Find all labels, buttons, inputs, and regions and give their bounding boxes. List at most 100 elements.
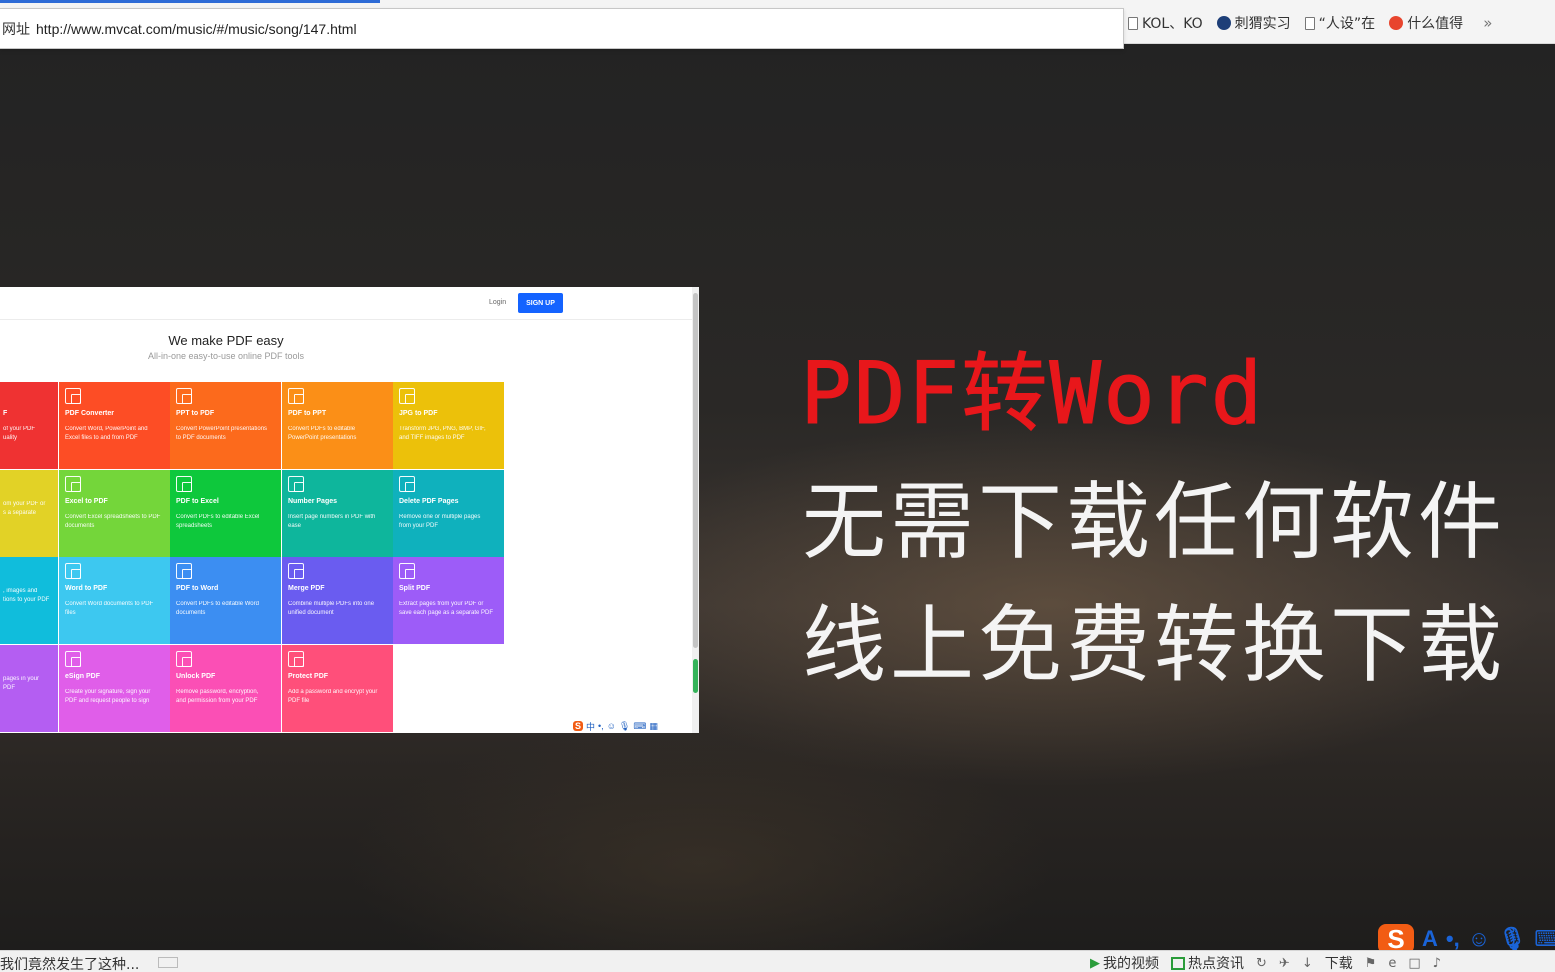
tool-tile[interactable]: , images and tions to your PDF [0,557,58,644]
tool-tile[interactable]: PDF Converter Convert Word, PowerPoint an… [59,382,170,469]
tool-tile[interactable]: Word to PDF Convert Word documents to PDF… [59,557,170,644]
bookmark-label: 什么值得 [1407,16,1464,32]
tool-tile[interactable]: JPG to PDF Transform JPG, PNG, BMP, GIF, … [393,382,504,469]
tool-title: Excel to PDF [65,498,108,505]
ie-icon[interactable]: e [1388,956,1396,971]
flag-icon[interactable]: ⚑ [1365,956,1377,971]
tool-description: Transform JPG, PNG, BMP, GIF, and TIFF i… [399,426,486,441]
tool-tile[interactable]: Excel to PDF Convert Excel spreadsheets t… [59,470,170,557]
ime-mode-label[interactable]: 中 [586,720,595,733]
window-icon[interactable]: □ [1408,956,1420,971]
tool-icon [399,388,415,404]
tool-tile[interactable]: Protect PDF Add a password and encrypt yo… [282,645,393,732]
pin-icon[interactable]: ✈ [1279,956,1290,971]
tool-icon [399,563,415,579]
emoji-icon[interactable]: ☺ [1468,926,1490,952]
tool-title: F [3,410,8,417]
status-bar: 我们竟然发生了这种... ▶ 我的视频 热点资讯 ↻ ✈ ↓ 下载 ⚑ e □ … [0,950,1555,972]
tool-tile[interactable]: Delete PDF Pages Remove one or multiple p… [393,470,504,557]
tool-description: Convert Excel spreadsheets to PDF docume… [65,514,161,529]
address-url[interactable]: http://www.mvcat.com/music/#/music/song/… [36,21,357,37]
signup-button[interactable]: SIGN UP [518,293,563,313]
promo-title: PDF转Word [799,344,1265,445]
tool-description: of your PDF uality [3,426,36,441]
tool-icon [176,388,192,404]
inner-scroll-thumb[interactable] [693,293,698,648]
tool-tile[interactable]: PDF to Word Convert PDFs to editable Word… [170,557,281,644]
tool-description: Convert Word documents to PDF files [65,601,154,616]
tool-tile[interactable]: PDF to Excel Convert PDFs to editable Exc… [170,470,281,557]
punctuation-icon[interactable]: •, [598,721,604,731]
tool-tile[interactable]: Split PDF Extract pages from your PDF or … [393,557,504,644]
promo-line-1: 无需下载任何软件 [802,473,1507,571]
tool-icon [176,563,192,579]
hot-news-label: 热点资讯 [1188,956,1244,972]
address-suggestion[interactable]: 网址 http://www.mvcat.com/music/#/music/so… [0,8,1124,49]
tool-description: Convert PDFs to editable Excel spreadshe… [176,514,260,529]
my-video-button[interactable]: ▶ 我的视频 [1090,953,1159,972]
download-arrow-icon[interactable]: ↓ [1302,956,1313,971]
tool-title: PDF Converter [65,410,115,417]
embedded-browser-window: Login SIGN UP We make PDF easy All-in-on… [0,287,699,733]
emoji-icon[interactable]: ☺ [607,721,616,731]
download-label[interactable]: 下载 [1325,953,1353,972]
tool-title: PPT to PDF [176,410,215,417]
tool-description: Convert Word, PowerPoint and Excel files… [65,426,148,441]
refresh-icon[interactable]: ↻ [1256,956,1267,971]
tool-description: Convert PowerPoint presentations to PDF … [176,426,268,441]
tool-icon [288,388,304,404]
tool-description: Create your signature, sign your PDF and… [65,689,151,704]
login-link[interactable]: Login [489,299,506,306]
punctuation-icon[interactable]: •, [1446,926,1460,952]
keyboard-icon[interactable]: ⌨ [1534,926,1555,952]
tool-tile[interactable]: Merge PDF Combine multiple PDFs into one … [282,557,393,644]
bookmark-label: “人设”在 [1318,16,1376,32]
hero-title: We make PDF easy [168,333,284,348]
mic-icon[interactable]: 🎙 [619,721,630,732]
tool-tile[interactable]: pages in your PDF [0,645,58,732]
mic-icon[interactable]: 🎙 [1498,926,1526,952]
hedgehog-icon [1216,16,1231,30]
tool-icon [288,563,304,579]
tool-tile[interactable]: Unlock PDF Remove password, encryption, a… [170,645,281,732]
news-window-icon[interactable] [158,957,178,968]
tool-description: Convert PDFs to editable PowerPoint pres… [288,426,357,441]
tool-icon [176,476,192,492]
tool-tile[interactable]: PDF to PPT Convert PDFs to editable Power… [282,382,393,469]
bookmark-item[interactable]: 刺猬实习 [1216,13,1291,33]
tool-title: Number Pages [288,498,338,505]
site-header: Login SIGN UP [0,287,692,320]
inner-scrollbar[interactable] [692,287,699,733]
tool-title: PDF to Word [176,585,219,592]
tools-icon[interactable]: ▦ [649,721,658,732]
ime-mini-toolbar[interactable]: S 中 •, ☺ 🎙 ⌨ ▦ [573,719,658,733]
news-icon [1171,956,1185,970]
ime-mode-label[interactable]: A [1422,926,1438,952]
tool-description: pages in your PDF [3,676,40,691]
volume-icon[interactable]: ♪ [1433,956,1441,971]
bookmark-item[interactable]: KOL、KO [1128,13,1203,33]
document-icon [1128,16,1138,30]
tool-title: PDF to PPT [288,410,327,417]
tool-description: Extract pages from your PDF or save each… [399,601,494,616]
tool-icon [288,476,304,492]
keyboard-icon[interactable]: ⌨ [633,721,646,732]
news-ticker[interactable]: 我们竟然发生了这种... [0,954,139,972]
bookmark-item[interactable]: “人设”在 [1304,13,1376,33]
my-video-label: 我的视频 [1103,956,1159,972]
tool-description: , images and tions to your PDF [3,588,50,603]
bookmark-label: KOL、KO [1142,16,1203,32]
tool-tile[interactable]: Number Pages Insert page numbers in PDF w… [282,470,393,557]
tool-description: Add a password and encrypt your PDF file [288,689,378,704]
tool-tile[interactable]: om your PDF or s a separate [0,470,58,557]
tool-title: Word to PDF [65,585,108,592]
tool-description: Remove password, encryption, and permiss… [176,689,259,704]
bookmark-item[interactable]: 什么值得 [1389,13,1463,33]
tool-tile[interactable]: eSign PDF Create your signature, sign you… [59,645,170,732]
tool-tile[interactable]: PPT to PDF Convert PowerPoint presentatio… [170,382,281,469]
hot-news-button[interactable]: 热点资讯 [1171,953,1244,972]
bookmarks-more-button[interactable]: » [1483,14,1492,32]
bookmarks-bar: KOL、KO 刺猬实习 “人设”在 什么值得 » [1128,10,1492,36]
tool-title: Unlock PDF [176,673,216,680]
tool-tile[interactable]: Fof your PDF uality [0,382,58,469]
